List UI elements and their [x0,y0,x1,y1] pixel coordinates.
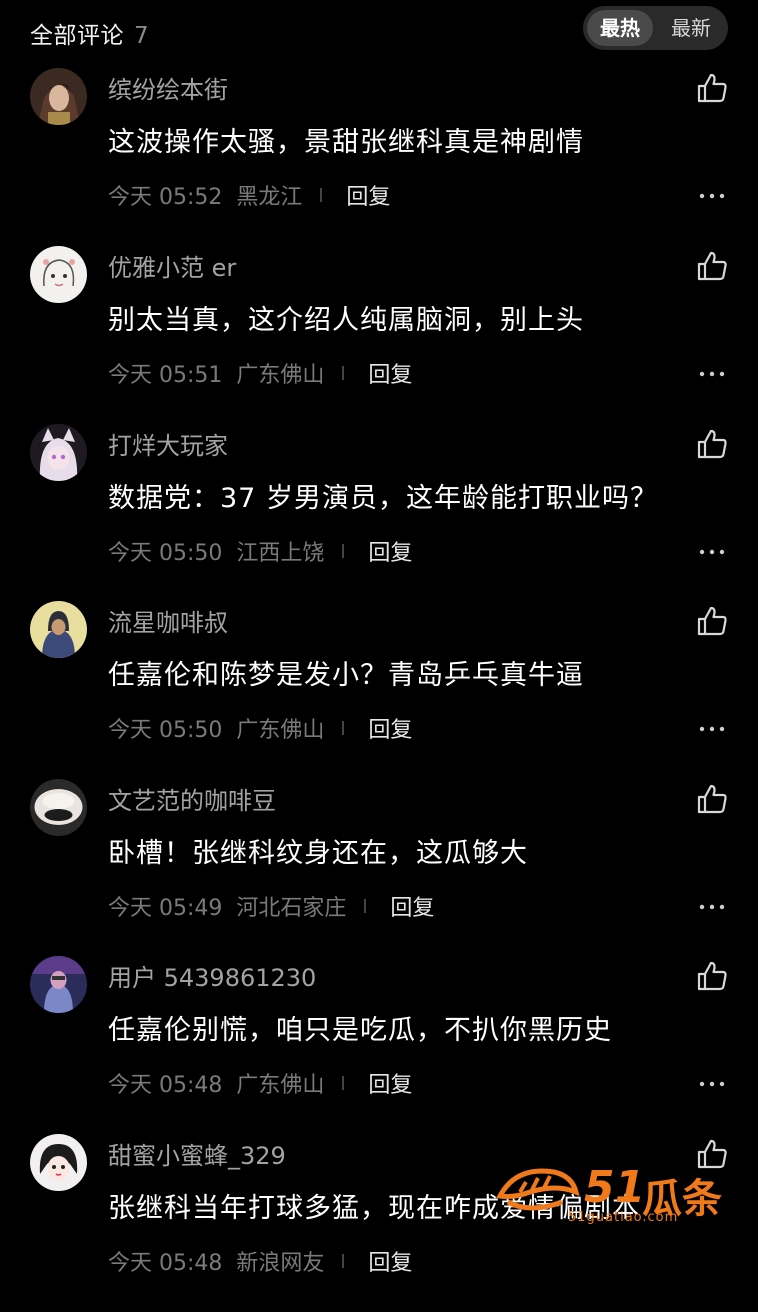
more-options-icon[interactable] [698,548,726,556]
comments-title: 全部评论 7 [30,16,149,50]
comment-username[interactable]: 文艺范的咖啡豆 [108,781,276,816]
comment-item: 流星咖啡叔 任嘉伦和陈梦是发小？青岛乒乓真牛逼 今天 05:50 广东佛山 回复 [0,601,758,779]
reply-button[interactable]: 回复 [346,179,390,211]
comment-username[interactable]: 优雅小范 er [108,248,236,283]
meta-divider [342,1254,345,1268]
more-options-icon[interactable] [698,903,726,911]
comment-text: 任嘉伦别慌，咱只是吃瓜，不扒你黑历史 [108,1015,612,1046]
avatar-anime-warrior-icon [30,68,87,125]
comment-item: 文艺范的咖啡豆 卧槽！张继科纹身还在，这瓜够大 今天 05:49 河北石家庄 回… [0,779,758,957]
watermark-logo: 51 瓜条 51guatiao.com [496,1160,736,1230]
comment-time: 今天 05:48 [108,1073,223,1098]
sort-toggle: 最热 最新 [583,6,728,50]
comments-count: 7 [134,23,150,49]
more-options-icon[interactable] [698,192,726,200]
avatar-sketch-girl-icon [30,246,87,303]
more-options-icon[interactable] [698,1080,726,1088]
avatar[interactable] [30,68,87,125]
comment-time: 今天 05:52 [108,185,223,210]
reply-button[interactable]: 回复 [368,357,412,389]
comment-meta: 今天 05:49 河北石家庄 回复 [108,891,434,921]
avatar[interactable] [30,601,87,658]
comment-location: 黑龙江 [236,185,303,210]
comment-username[interactable]: 流星咖啡叔 [108,603,228,638]
comments-header: 全部评论 7 最热 最新 [0,0,758,64]
comment-meta: 今天 05:48 广东佛山 回复 [108,1068,412,1098]
comment-meta: 今天 05:52 黑龙江 回复 [108,180,390,210]
comment-text: 数据党：37 岁男演员，这年龄能打职业吗？ [108,483,658,514]
comment-text: 任嘉伦和陈梦是发小？青岛乒乓真牛逼 [108,660,584,691]
comment-username[interactable]: 打烊大玩家 [108,426,228,461]
reply-button[interactable]: 回复 [368,712,412,744]
meta-divider [342,1076,345,1090]
avatar[interactable] [30,424,87,481]
avatar[interactable] [30,779,87,836]
more-options-icon[interactable] [698,725,726,733]
avatar-neon-figure-icon [30,956,87,1013]
comment-location: 江西上饶 [236,541,325,566]
comment-meta: 今天 05:50 江西上饶 回复 [108,536,412,566]
comment-location: 新浪网友 [236,1251,325,1276]
comment-username[interactable]: 甜蜜小蜜蜂_329 [108,1136,286,1171]
thumbs-up-icon[interactable] [696,783,728,815]
reply-button[interactable]: 回复 [368,1067,412,1099]
comment-time: 今天 05:51 [108,363,223,388]
comment-location: 广东佛山 [236,363,325,388]
comment-text: 卧槽！张继科纹身还在，这瓜够大 [108,838,528,869]
thumbs-up-icon[interactable] [696,250,728,282]
avatar[interactable] [30,956,87,1013]
sort-hot-button[interactable]: 最热 [587,10,653,46]
meta-divider [342,544,345,558]
comment-meta: 今天 05:51 广东佛山 回复 [108,358,412,388]
comment-item: 打烊大玩家 数据党：37 岁男演员，这年龄能打职业吗？ 今天 05:50 江西上… [0,424,758,602]
reply-button[interactable]: 回复 [368,1245,412,1277]
comment-item: 缤纷绘本街 这波操作太骚，景甜张继科真是神剧情 今天 05:52 黑龙江 回复 [0,68,758,246]
comment-location: 广东佛山 [236,1073,325,1098]
comment-text: 别太当真，这介绍人纯属脑洞，别上头 [108,305,584,336]
meta-divider [320,188,323,202]
comment-location: 河北石家庄 [236,896,347,921]
thumbs-up-icon[interactable] [696,960,728,992]
reply-button[interactable]: 回复 [368,535,412,567]
comments-title-label: 全部评论 [30,23,124,49]
more-options-icon[interactable] [698,370,726,378]
thumbs-up-icon[interactable] [696,428,728,460]
comment-location: 广东佛山 [236,718,325,743]
comment-meta: 今天 05:50 广东佛山 回复 [108,713,412,743]
watermark-number: 51 [584,1162,646,1213]
watermark-url: 51guatiao.com [568,1210,679,1225]
avatar-cartoon-girl-icon [30,1134,87,1191]
meta-divider [342,366,345,380]
reply-button[interactable]: 回复 [390,890,434,922]
avatar-catgirl-icon [30,424,87,481]
comment-time: 今天 05:50 [108,541,223,566]
thumbs-up-icon[interactable] [696,72,728,104]
sort-new-button[interactable]: 最新 [658,10,724,46]
avatar[interactable] [30,246,87,303]
comment-meta: 今天 05:48 新浪网友 回复 [108,1246,412,1276]
meta-divider [364,899,367,913]
avatar-plush-icon [30,779,87,836]
comment-time: 今天 05:50 [108,718,223,743]
comment-item: 优雅小范 er 别太当真，这介绍人纯属脑洞，别上头 今天 05:51 广东佛山 … [0,246,758,424]
comment-text: 这波操作太骚，景甜张继科真是神剧情 [108,127,584,158]
thumbs-up-icon[interactable] [696,605,728,637]
comment-username[interactable]: 缤纷绘本街 [108,70,228,105]
meta-divider [342,721,345,735]
comment-item: 用户 5439861230 任嘉伦别慌，咱只是吃瓜，不扒你黑历史 今天 05:4… [0,956,758,1134]
comment-time: 今天 05:49 [108,896,223,921]
comment-username[interactable]: 用户 5439861230 [108,958,316,993]
avatar[interactable] [30,1134,87,1191]
avatar-hoodie-icon [30,601,87,658]
comment-time: 今天 05:48 [108,1251,223,1276]
